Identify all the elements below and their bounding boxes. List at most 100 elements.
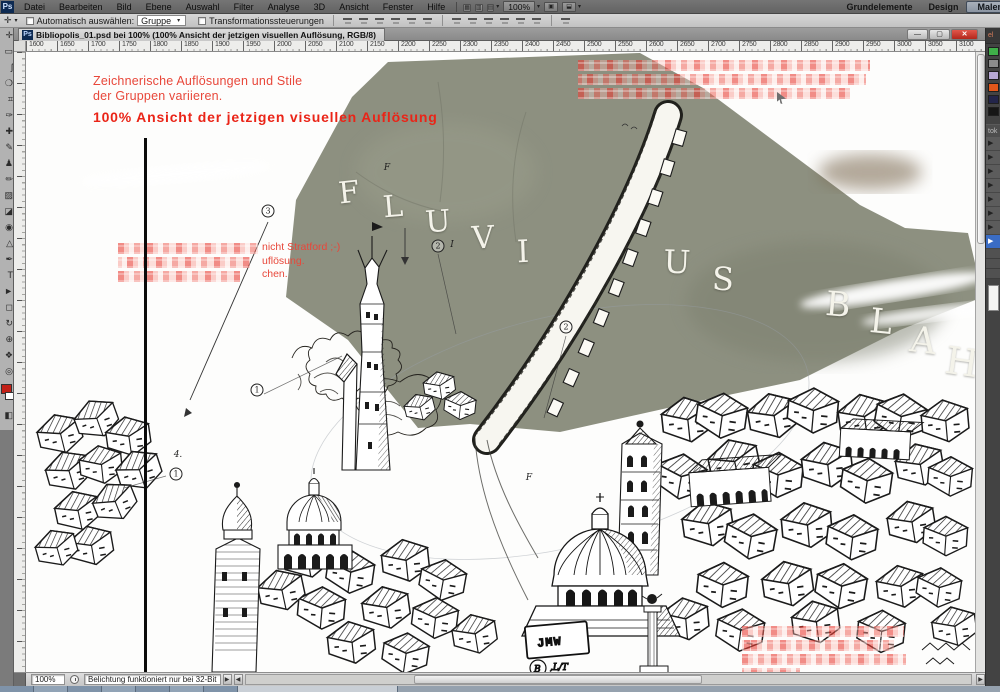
horizontal-scrollbar[interactable] xyxy=(245,674,972,685)
distribute-center-h-icon[interactable] xyxy=(515,16,527,26)
menu-item[interactable]: Datei xyxy=(17,0,52,14)
menu-item[interactable]: 3D xyxy=(307,0,333,14)
chevron-down-icon[interactable]: ▾ xyxy=(15,17,18,24)
launch-bridge-icon[interactable]: ▦ xyxy=(463,4,471,12)
shape-tool[interactable]: ◻ xyxy=(0,300,14,316)
menu-item[interactable]: Filter xyxy=(227,0,261,14)
zoom-level-control[interactable]: 100% xyxy=(503,1,535,12)
panel-row-selected[interactable]: ▶ xyxy=(986,235,1000,249)
scroll-right-button[interactable]: ▶ xyxy=(976,674,985,685)
menu-item[interactable]: Ebene xyxy=(139,0,179,14)
restore-button[interactable]: ▢ xyxy=(929,29,950,40)
color-swatch[interactable] xyxy=(988,59,999,68)
screen-mode-icon[interactable]: ⬓ xyxy=(562,2,576,12)
workspace-active-button[interactable]: Malen xyxy=(966,1,1000,13)
chevron-down-icon[interactable]: ▾ xyxy=(578,3,581,10)
dodge-tool[interactable]: △ xyxy=(0,236,14,252)
eraser-tool[interactable]: ▨ xyxy=(0,188,14,204)
status-zoom-field[interactable]: 100% xyxy=(31,674,65,685)
menu-item[interactable]: Hilfe xyxy=(420,0,452,14)
align-center-h-icon[interactable] xyxy=(358,16,370,26)
healing-brush-tool[interactable]: ✚ xyxy=(0,124,14,140)
zoom-tool[interactable]: ◎ xyxy=(0,364,14,380)
panel-row[interactable]: ▶ xyxy=(986,207,1000,221)
workspace-design[interactable]: Design xyxy=(920,2,966,12)
document-canvas[interactable]: JMW B ,L/T Zeichnerische Auflösungen und… xyxy=(26,52,975,672)
arrange-documents-icon[interactable]: ▣ xyxy=(544,2,558,12)
status-expand-button[interactable]: ▶ xyxy=(223,674,232,685)
chevron-down-icon[interactable]: ▾ xyxy=(537,3,540,10)
view-extras-icon[interactable]: ▥ xyxy=(475,4,483,12)
chevron-down-icon[interactable]: ▾ xyxy=(496,3,499,10)
transform-controls-checkbox[interactable] xyxy=(198,17,206,25)
3d-orbit-tool[interactable]: ⊕ xyxy=(0,332,14,348)
menu-item[interactable]: Ansicht xyxy=(332,0,376,14)
distribute-left-icon[interactable] xyxy=(499,16,511,26)
panel-row[interactable]: ▶ xyxy=(986,221,1000,235)
close-button[interactable]: ✕ xyxy=(951,29,978,40)
type-tool[interactable]: T xyxy=(0,268,14,284)
align-center-v-icon[interactable] xyxy=(406,16,418,26)
guides-grid-icon[interactable]: ▤ xyxy=(487,4,495,12)
auto-select-checkbox[interactable] xyxy=(26,17,34,25)
color-swatch[interactable] xyxy=(988,107,999,116)
ruler-corner xyxy=(14,41,26,52)
menu-item[interactable]: Auswahl xyxy=(179,0,227,14)
clone-stamp-tool[interactable]: ♟ xyxy=(0,156,14,172)
menu-item[interactable]: Analyse xyxy=(261,0,307,14)
lasso-tool[interactable]: ʃ xyxy=(0,60,14,76)
align-right-icon[interactable] xyxy=(374,16,386,26)
quick-select-tool[interactable]: ❍ xyxy=(0,76,14,92)
pen-tool[interactable]: ✒ xyxy=(0,252,14,268)
signature-circled-letter: B xyxy=(533,665,541,672)
horizontal-scrollbar-thumb[interactable] xyxy=(414,675,702,684)
panel-tab-fragment[interactable]: el xyxy=(986,28,1000,44)
eyedropper-tool[interactable]: ✑ xyxy=(0,108,14,124)
move-tool-icon: ✛ xyxy=(4,15,12,26)
background-color-swatch[interactable] xyxy=(5,392,14,400)
scroll-left-button[interactable]: ◀ xyxy=(234,674,243,685)
color-swatch[interactable] xyxy=(988,71,999,80)
distribute-bottom-icon[interactable] xyxy=(483,16,495,26)
vertical-ruler[interactable] xyxy=(14,52,26,672)
vertical-scrollbar[interactable] xyxy=(975,52,985,672)
workspace-grundelemente[interactable]: Grundelemente xyxy=(838,2,920,12)
move-tool[interactable]: ✛ xyxy=(0,28,14,44)
3d-rotate-tool[interactable]: ↻ xyxy=(0,316,14,332)
panel-row[interactable]: ▶ xyxy=(986,179,1000,193)
path-select-tool[interactable]: ► xyxy=(0,284,14,300)
auto-align-icon[interactable] xyxy=(560,16,572,26)
panel-row[interactable]: ▶ xyxy=(986,165,1000,179)
color-swatch[interactable] xyxy=(988,83,999,92)
document-tab[interactable]: Ps Bibliopolis_01.psd bei 100% (100% Ans… xyxy=(18,28,385,41)
minimize-button[interactable]: — xyxy=(907,29,928,40)
quick-mask-icon[interactable]: ◧ xyxy=(0,408,14,424)
blur-tool[interactable]: ◉ xyxy=(0,220,14,236)
crop-tool[interactable]: ⌗ xyxy=(0,92,14,108)
align-left-icon[interactable] xyxy=(342,16,354,26)
horizontal-ruler[interactable]: 1600165017001750180018501900195020002050… xyxy=(26,41,985,52)
document-tab-bar: Ps Bibliopolis_01.psd bei 100% (100% Ans… xyxy=(14,28,1000,41)
brush-tool[interactable]: ✎ xyxy=(0,140,14,156)
menu-item[interactable]: Fenster xyxy=(376,0,421,14)
hand-tool[interactable]: ❖ xyxy=(0,348,14,364)
panel-row[interactable]: ▶ xyxy=(986,151,1000,165)
status-message[interactable]: Belichtung funktioniert nur bei 32-Bit xyxy=(84,674,221,685)
vertical-scrollbar-thumb[interactable] xyxy=(977,54,985,244)
align-top-icon[interactable] xyxy=(390,16,402,26)
color-swatch[interactable] xyxy=(988,47,999,56)
panel-row[interactable]: ▶ xyxy=(986,137,1000,151)
distribute-right-icon[interactable] xyxy=(531,16,543,26)
distribute-center-v-icon[interactable] xyxy=(467,16,479,26)
menu-item[interactable]: Bild xyxy=(110,0,139,14)
gradient-tool[interactable]: ◪ xyxy=(0,204,14,220)
menu-item[interactable]: Bearbeiten xyxy=(52,0,110,14)
auto-select-dropdown[interactable]: Gruppe▾ xyxy=(137,15,186,26)
history-brush-tool[interactable]: ✏ xyxy=(0,172,14,188)
panel-row[interactable]: ▶ xyxy=(986,193,1000,207)
layer-thumbnail-fragment[interactable] xyxy=(988,285,999,311)
color-swatch[interactable] xyxy=(988,95,999,104)
marquee-tool[interactable]: ▭ xyxy=(0,44,14,60)
distribute-top-icon[interactable] xyxy=(451,16,463,26)
align-bottom-icon[interactable] xyxy=(422,16,434,26)
